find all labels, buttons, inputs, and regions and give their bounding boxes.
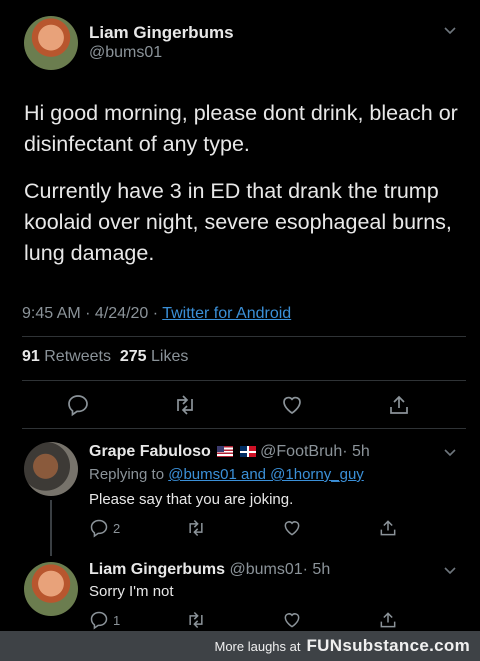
tweet-text-paragraph-1: Hi good morning, please dont drink, blea… xyxy=(24,101,458,156)
reply-text: Sorry I'm not xyxy=(89,583,174,600)
reply-author-handle[interactable]: @bums01 xyxy=(229,561,302,578)
chevron-down-icon[interactable] xyxy=(442,562,458,583)
reply-time: · 5h xyxy=(302,561,331,578)
flag-us-icon xyxy=(217,446,234,457)
heart-icon[interactable] xyxy=(282,518,302,538)
flag-do-icon xyxy=(239,446,256,457)
author-avatar[interactable] xyxy=(24,16,78,70)
reply-header: Grape Fabuloso @FootBruh· 5h xyxy=(89,443,370,461)
footer-prefix: More laughs at xyxy=(214,638,301,654)
tweet-source-link[interactable]: Twitter for Android xyxy=(162,305,291,322)
heart-icon[interactable] xyxy=(282,610,302,630)
author-name[interactable]: Liam Gingerbums xyxy=(89,23,234,43)
author-handle[interactable]: @bums01 xyxy=(89,44,162,62)
reply-count: 1 xyxy=(113,612,121,628)
reply-author-name[interactable]: Liam Gingerbums xyxy=(89,561,225,578)
chevron-down-icon[interactable] xyxy=(442,444,458,465)
divider xyxy=(22,428,466,429)
share-icon[interactable] xyxy=(378,610,398,630)
share-icon[interactable] xyxy=(387,393,411,417)
divider xyxy=(22,336,466,337)
tweet-text-paragraph-2: Currently have 3 in ED that drank the tr… xyxy=(24,179,452,265)
divider xyxy=(22,380,466,381)
reply-header: Liam Gingerbums @bums01· 5h xyxy=(89,561,330,579)
comment-icon[interactable]: 1 xyxy=(89,610,120,630)
likes-count[interactable]: 275 xyxy=(120,348,147,365)
thread-line xyxy=(50,500,52,556)
comment-icon[interactable] xyxy=(66,393,90,417)
reply-author-avatar[interactable] xyxy=(24,562,78,616)
reply-text: Please say that you are joking. xyxy=(89,491,294,508)
footer-brand: FUNsubstance.com xyxy=(306,636,470,655)
reply-author-name[interactable]: Grape Fabuloso xyxy=(89,443,211,460)
share-icon[interactable] xyxy=(378,518,398,538)
retweet-icon[interactable] xyxy=(185,518,207,538)
likes-label[interactable]: Likes xyxy=(151,348,188,365)
retweets-label[interactable]: Retweets xyxy=(44,348,111,365)
replying-to-prefix: Replying to xyxy=(89,466,169,483)
watermark-footer: More laughs at FUNsubstance.com xyxy=(0,631,480,661)
comment-icon[interactable]: 2 xyxy=(89,518,120,538)
retweet-icon[interactable] xyxy=(185,610,207,630)
reply-author-avatar[interactable] xyxy=(24,442,78,496)
retweets-count[interactable]: 91 xyxy=(22,348,40,365)
reply-author-handle[interactable]: @FootBruh xyxy=(260,443,342,460)
heart-icon[interactable] xyxy=(280,393,304,417)
reply-time: · 5h xyxy=(342,443,370,460)
retweet-icon[interactable] xyxy=(172,393,198,417)
chevron-down-icon[interactable] xyxy=(442,22,458,43)
replying-to-link[interactable]: @bums01 and @1horny_guy xyxy=(168,466,364,483)
reply-count: 2 xyxy=(113,520,121,536)
tweet-time: 9:45 AM · 4/24/20 · xyxy=(22,305,163,322)
tweet-timestamp-line: 9:45 AM · 4/24/20 · Twitter for Android xyxy=(22,305,291,323)
replying-to-line: Replying to @bums01 and @1horny_guy xyxy=(89,466,364,483)
tweet-stats: 91 Retweets 275 Likes xyxy=(22,348,188,366)
